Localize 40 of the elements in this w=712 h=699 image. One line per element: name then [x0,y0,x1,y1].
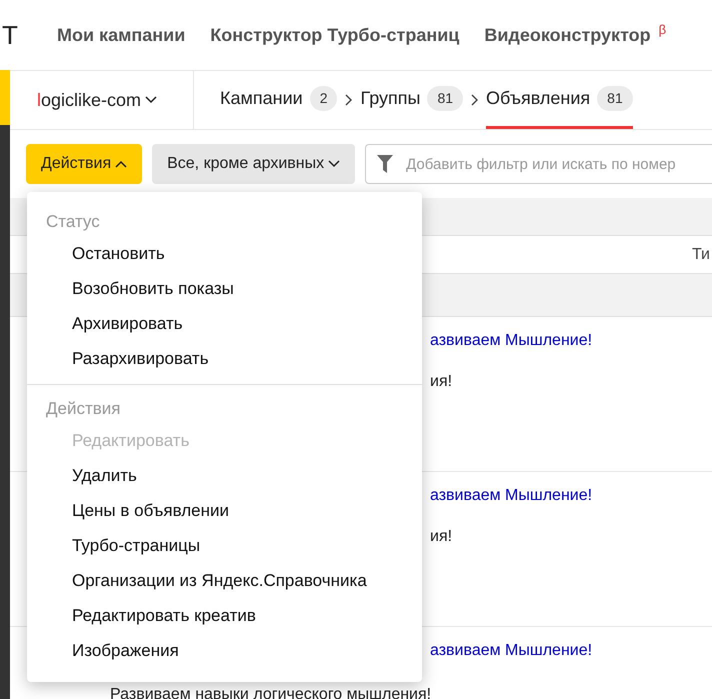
status-filter-select[interactable]: Все, кроме архивных [152,144,356,184]
menu-item[interactable]: Остановить [27,236,422,271]
filter-icon [377,155,394,173]
nav-link[interactable]: Видеоконструктор $^{β}$ [484,22,666,48]
ad-title-link[interactable]: азвиваем Мышление! [430,484,712,508]
menu-item[interactable]: Возобновить показы [27,271,422,306]
chevron-right-icon [345,94,352,106]
chevron-right-icon [471,94,478,106]
count-badge: 81 [597,86,633,111]
breadcrumb-tab[interactable]: Объявления 81 [486,71,633,129]
count-badge: 81 [427,86,464,111]
count-badge: 2 [310,86,338,111]
menu-item[interactable]: Изображения [27,633,422,668]
beta-label: β [658,22,666,37]
logo-fragment: Т [2,22,19,48]
nav-link[interactable]: Конструктор Турбо-страниц [210,22,460,48]
menu-item[interactable]: Цены в объявлении [27,493,422,528]
menu-section-header: Действия [45,398,122,420]
chevron-down-icon [145,96,158,104]
ad-text: ия! [430,527,454,547]
account-selector[interactable]: logiclike-com [10,71,194,129]
menu-item[interactable]: Удалить [27,458,422,493]
menu-section-header: Статус [45,211,101,233]
menu-item[interactable]: Редактировать креатив [27,598,422,633]
nav-link[interactable]: Мои кампании [57,22,186,48]
menu-item[interactable]: Турбо-страницы [27,528,422,563]
ad-text: Развиваем навыки логического мышления! [110,685,432,699]
breadcrumb-tab[interactable]: Группы 81 [360,71,464,129]
breadcrumb-tab[interactable]: Кампании 2 [220,71,338,129]
menu-item[interactable]: Архивировать [27,306,422,341]
menu-item[interactable]: Организации из Яндекс.Справочника [27,563,422,598]
ad-text: ия! [430,372,454,392]
ad-title-link[interactable]: азвиваем Мышление! [430,329,712,353]
chevron-up-icon [115,160,128,168]
ad-title-link[interactable]: азвиваем Мышление! [430,639,712,663]
chevron-down-icon [328,160,340,168]
menu-item[interactable]: Разархивировать [27,341,422,376]
actions-button[interactable]: Действия [26,144,142,184]
search-field[interactable]: Добавить фильтр или искать по номер [365,144,712,184]
column-header: Ти [692,244,710,264]
